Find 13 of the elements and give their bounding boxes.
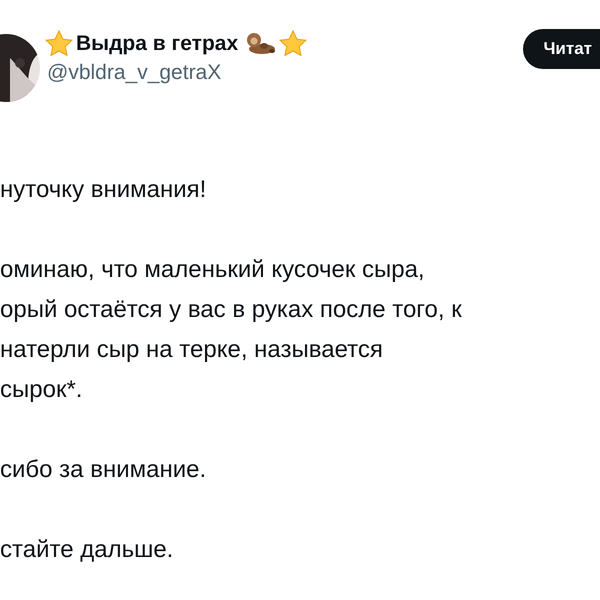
author-name: Выдра в гетрах [76, 31, 238, 57]
post-text-line: нуточку внимания! [0, 175, 208, 205]
otter-icon [244, 30, 276, 57]
star-icon [44, 28, 74, 59]
star-icon [278, 28, 308, 59]
post-text-line: орый остаётся у вас в руках после того, к [0, 295, 463, 325]
post-text-line: натерли сыр на терке, называется [0, 335, 384, 365]
post-text-line: сырок*. [0, 375, 84, 405]
post-text-line: оминаю, что маленький кусочек сыра, [0, 255, 426, 285]
post-text-line: стайте дальше. [0, 535, 174, 565]
author-handle: @vbldra_v_getraX [47, 60, 222, 86]
post-text-line: сибо за внимание. [0, 455, 208, 485]
follow-button[interactable]: Читат [523, 29, 600, 69]
